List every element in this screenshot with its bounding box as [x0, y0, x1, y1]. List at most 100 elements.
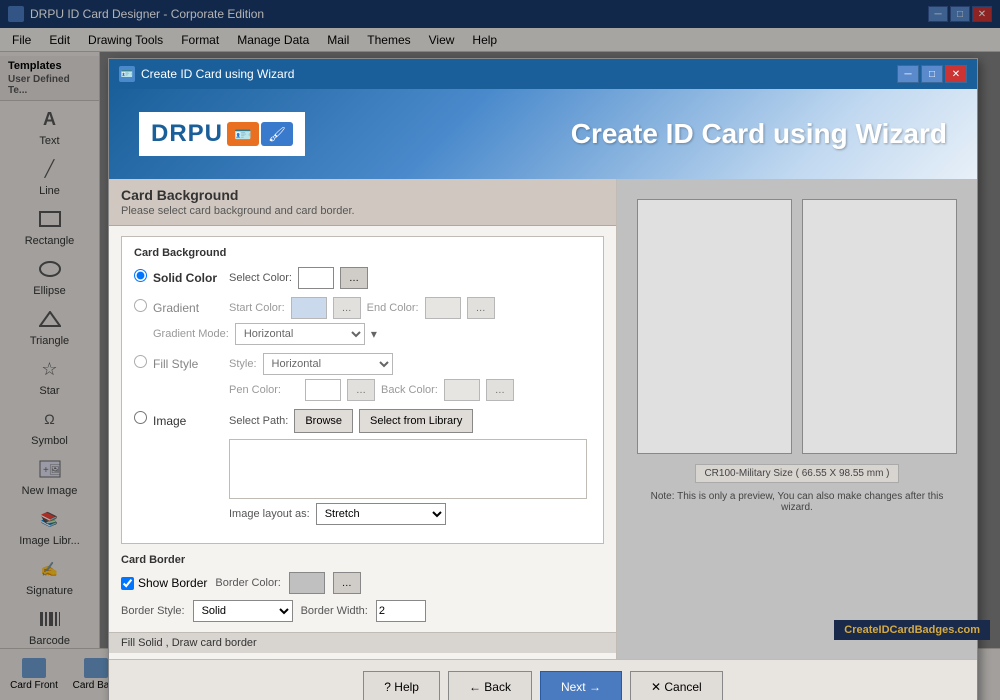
- gradient-radio[interactable]: [134, 299, 147, 312]
- show-border-row: Show Border Border Color: …: [121, 572, 604, 594]
- solid-color-picker-btn[interactable]: …: [340, 267, 368, 289]
- image-content: Image Select Path: Browse Select from Li…: [153, 409, 591, 525]
- image-top-row: Image Select Path: Browse Select from Li…: [153, 409, 591, 433]
- start-color-label: Start Color:: [229, 302, 285, 314]
- end-color-label: End Color:: [367, 302, 419, 314]
- show-border-checkbox-group: Show Border: [121, 576, 207, 590]
- image-label: Image: [153, 414, 223, 428]
- wizard-header-title: Create ID Card using Wizard: [571, 118, 947, 150]
- gradient-mode-label: Gradient Mode:: [153, 328, 229, 340]
- gradient-top-row: Gradient Start Color: … End Color: …: [153, 297, 591, 319]
- modal-overlay: 🪪 Create ID Card using Wizard ─ □ ✕ DRPU…: [0, 0, 1000, 700]
- wizard-icon: 🪪: [119, 66, 135, 82]
- help-button[interactable]: ? Help: [363, 671, 440, 700]
- solid-color-box[interactable]: [298, 267, 334, 289]
- show-border-label: Show Border: [138, 576, 207, 590]
- modal-title-left: 🪪 Create ID Card using Wizard: [119, 66, 294, 82]
- modal-controls: ─ □ ✕: [897, 65, 967, 83]
- back-color-btn[interactable]: …: [486, 379, 514, 401]
- modal-maximize-button[interactable]: □: [921, 65, 943, 83]
- modal-title: Create ID Card using Wizard: [141, 67, 294, 81]
- fill-style-label: Fill Style: [153, 357, 223, 371]
- section-title: Card Background: [121, 187, 604, 203]
- border-color-box[interactable]: [289, 572, 325, 594]
- border-style-select[interactable]: Solid Dashed Dotted: [193, 600, 293, 622]
- form-group-title: Card Background: [134, 247, 591, 259]
- solid-color-radio[interactable]: [134, 269, 147, 282]
- logo-text: DRPU: [151, 120, 223, 148]
- border-width-input[interactable]: [376, 600, 426, 622]
- back-color-box[interactable]: [444, 379, 480, 401]
- modal-minimize-button[interactable]: ─: [897, 65, 919, 83]
- pen-color-box[interactable]: [305, 379, 341, 401]
- border-color-btn[interactable]: …: [333, 572, 361, 594]
- wizard-header: DRPU 🪪 🖌 Create ID Card using Wizard: [109, 89, 977, 179]
- solid-color-label: Solid Color: [153, 271, 223, 285]
- logo-icon-2: 🖌: [261, 122, 293, 146]
- image-row: Image Select Path: Browse Select from Li…: [134, 409, 591, 525]
- solid-color-inline: Solid Color Select Color: …: [153, 267, 591, 289]
- image-layout-label: Image layout as:: [229, 508, 310, 520]
- pen-color-label: Pen Color:: [229, 384, 299, 396]
- cancel-button[interactable]: ✕ Cancel: [630, 671, 723, 700]
- start-color-box[interactable]: [291, 297, 327, 319]
- watermark-text: CreateIDCardBadges.com: [844, 624, 980, 636]
- show-border-checkbox[interactable]: [121, 577, 134, 590]
- browse-button[interactable]: Browse: [294, 409, 353, 433]
- select-color-label: Select Color:: [229, 272, 292, 284]
- border-color-label: Border Color:: [215, 577, 280, 589]
- fill-style-content: Fill Style Style: Horizontal Vertical Pe…: [153, 353, 591, 401]
- gradient-mode-row: Gradient Mode: Horizontal Vertical Diago…: [153, 323, 591, 345]
- watermark-badge: CreateIDCardBadges.com: [834, 620, 990, 640]
- logo-icon-1: 🪪: [227, 122, 259, 146]
- wizard-footer: ? Help ← Back Next → ✕ Cancel: [109, 659, 977, 700]
- preview-card-back: [802, 199, 957, 454]
- back-color-label: Back Color:: [381, 384, 438, 396]
- preview-cards-container: [637, 199, 957, 454]
- fill-style-row: Fill Style Style: Horizontal Vertical Pe…: [134, 353, 591, 401]
- image-radio[interactable]: [134, 411, 147, 424]
- gradient-label: Gradient: [153, 301, 223, 315]
- border-style-row: Border Style: Solid Dashed Dotted Border…: [121, 600, 604, 622]
- card-border-title: Card Border: [121, 554, 604, 566]
- logo-icons: 🪪 🖌: [227, 122, 293, 146]
- select-from-library-button[interactable]: Select from Library: [359, 409, 473, 433]
- modal-close-button[interactable]: ✕: [945, 65, 967, 83]
- wizard-form: Card Background Please select card backg…: [109, 179, 617, 659]
- image-layout-select[interactable]: Stretch Tile Center: [316, 503, 446, 525]
- gradient-row: Gradient Start Color: … End Color: … Gra…: [134, 297, 591, 345]
- solid-color-content: Solid Color Select Color: …: [153, 267, 591, 289]
- preview-note: Note: This is only a preview, You can al…: [637, 491, 957, 513]
- border-style-label: Border Style:: [121, 605, 185, 617]
- wizard-preview: CR100-Military Size ( 66.55 X 98.55 mm )…: [617, 179, 977, 659]
- back-button[interactable]: ← Back: [448, 671, 532, 700]
- status-bar: Fill Solid , Draw card border: [109, 632, 616, 653]
- style-label: Style:: [229, 358, 257, 370]
- status-text: Fill Solid , Draw card border: [121, 637, 257, 649]
- pen-color-btn[interactable]: …: [347, 379, 375, 401]
- image-layout-row: Image layout as: Stretch Tile Center: [229, 503, 591, 525]
- wizard-modal: 🪪 Create ID Card using Wizard ─ □ ✕ DRPU…: [108, 58, 978, 700]
- fill-style-select[interactable]: Horizontal Vertical: [263, 353, 393, 375]
- card-size-label: CR100-Military Size ( 66.55 X 98.55 mm ): [695, 464, 898, 483]
- card-background-group: Card Background Solid Color Select Color…: [121, 236, 604, 544]
- drpu-logo: DRPU 🪪 🖌: [139, 112, 305, 156]
- section-subtitle: Please select card background and card b…: [121, 205, 604, 217]
- solid-color-row: Solid Color Select Color: …: [134, 267, 591, 289]
- image-preview-area: [229, 439, 587, 499]
- fill-style-top-row: Fill Style Style: Horizontal Vertical: [153, 353, 591, 375]
- card-border-section: Card Border Show Border Border Color: … …: [121, 554, 604, 622]
- next-button[interactable]: Next →: [540, 671, 622, 700]
- fill-style-color-row: Pen Color: … Back Color: …: [153, 379, 591, 401]
- fill-style-radio[interactable]: [134, 355, 147, 368]
- start-color-btn[interactable]: …: [333, 297, 361, 319]
- end-color-box[interactable]: [425, 297, 461, 319]
- wizard-body: Card Background Please select card backg…: [109, 179, 977, 659]
- end-color-btn[interactable]: …: [467, 297, 495, 319]
- gradient-mode-select[interactable]: Horizontal Vertical Diagonal: [235, 323, 365, 345]
- gradient-content: Gradient Start Color: … End Color: … Gra…: [153, 297, 591, 345]
- border-width-label: Border Width:: [301, 605, 368, 617]
- modal-title-bar: 🪪 Create ID Card using Wizard ─ □ ✕: [109, 59, 977, 89]
- select-path-label: Select Path:: [229, 415, 288, 427]
- preview-card-front: [637, 199, 792, 454]
